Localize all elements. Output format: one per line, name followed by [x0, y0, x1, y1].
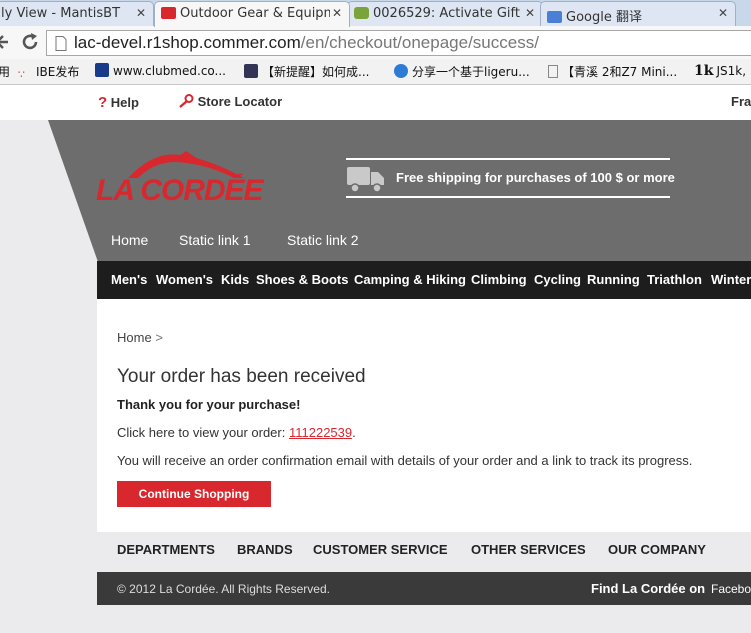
free-shipping-text: Free shipping for purchases of 100 $ or … [396, 170, 675, 185]
trident-icon [95, 63, 109, 77]
bookmark-js1k[interactable]: 1k JS1k, [694, 63, 746, 79]
nav-item-shoes-boots[interactable]: Shoes & Boots [256, 272, 348, 287]
bookmark-label: 分享一个基于ligeru... [412, 65, 530, 79]
bookmark-label: 【青溪 2和Z7 Mini... [562, 65, 678, 79]
browser-tab-mantis-issue[interactable]: 0026529: Activate Gift C ✕ [347, 1, 543, 26]
js1k-icon: 1k [694, 63, 714, 79]
footer-link-customer-service[interactable]: CUSTOMER SERVICE [313, 542, 448, 557]
free-shipping-banner: Free shipping for purchases of 100 $ or … [346, 158, 675, 198]
nav-item-mens[interactable]: Men's [111, 272, 147, 287]
page-title: Your order has been received [117, 366, 366, 387]
bookmark-label: IBE发布 [36, 65, 80, 79]
language-link[interactable]: Fra [731, 94, 751, 109]
bookmark-reminder[interactable]: 【新提醒】如何成... [244, 63, 369, 80]
main-navigation: Men's Women's Kids Shoes & Boots Camping… [97, 261, 751, 299]
bookmark-label: www.clubmed.co... [113, 64, 226, 78]
footer-link-other-services[interactable]: OTHER SERVICES [471, 542, 586, 557]
store-locator-link[interactable]: Store Locator [179, 94, 282, 109]
address-bar[interactable]: lac-devel.r1shop.commer.com/en/checkout/… [46, 30, 751, 56]
copyright-text: © 2012 La Cordée. All Rights Reserved. [117, 582, 330, 596]
browser-tab-outdoor-gear[interactable]: Outdoor Gear & Equipm ✕ [154, 1, 350, 27]
bookmark-label: 【新提醒】如何成... [262, 65, 370, 79]
help-label: Help [110, 95, 139, 110]
close-icon[interactable]: ✕ [718, 6, 728, 20]
header-link-static-2[interactable]: Static link 2 [287, 232, 359, 248]
facebook-link[interactable]: Facebo [711, 582, 751, 596]
header-link-static-1[interactable]: Static link 1 [179, 232, 251, 248]
order-success-content: Home > Your order has been received Than… [97, 299, 751, 532]
close-icon[interactable]: ✕ [136, 6, 146, 20]
bookmark-dots-icon: ∵ [18, 68, 25, 81]
la-cordee-logo[interactable]: LA CORDÉE [96, 150, 266, 210]
bookmark-apps[interactable]: 用 [0, 63, 10, 80]
question-mark-icon: ? [98, 94, 108, 111]
footer-link-brands[interactable]: BRANDS [237, 542, 293, 557]
back-arrow-icon[interactable] [0, 33, 10, 51]
browser-tab-google-translate[interactable]: Google 翻译 ✕ [540, 1, 736, 26]
nav-item-climbing[interactable]: Climbing [471, 272, 527, 287]
bookmark-clubmed[interactable]: www.clubmed.co... [95, 63, 226, 78]
thank-you-text: Thank you for your purchase! [117, 397, 301, 412]
page-icon [55, 36, 67, 51]
view-order-suffix: . [352, 425, 356, 440]
footer-link-our-company[interactable]: OUR COMPANY [608, 542, 706, 557]
browser-tab-mantis[interactable]: ly View - MantisBT ✕ [0, 1, 154, 26]
utility-bar: ? Help Store Locator Fra [0, 85, 751, 120]
bookmark-ligerui[interactable]: 分享一个基于ligeru... [394, 63, 530, 80]
footer-links: DEPARTMENTS BRANDS CUSTOMER SERVICE OTHE… [97, 532, 751, 572]
view-order-line: Click here to view your order: 111222539… [117, 425, 356, 440]
globe-icon [394, 64, 408, 78]
continue-shopping-button[interactable]: Continue Shopping [117, 481, 271, 507]
nav-item-running[interactable]: Running [587, 272, 640, 287]
mantis-favicon-icon [354, 7, 369, 19]
nav-item-womens[interactable]: Women's [156, 272, 213, 287]
truck-icon [347, 167, 384, 193]
find-us-label: Find La Cordée on [591, 581, 706, 596]
breadcrumb-home[interactable]: Home [117, 330, 152, 345]
help-link[interactable]: ? Help [98, 94, 139, 111]
order-number-link[interactable]: 111222539 [289, 425, 352, 440]
confirmation-text: You will receive an order confirmation e… [117, 453, 693, 468]
url-host: lac-devel.r1shop.commer.com [74, 33, 301, 52]
close-icon[interactable]: ✕ [522, 6, 535, 20]
url-path: /en/checkout/onepage/success/ [300, 33, 539, 52]
reload-icon[interactable] [20, 32, 40, 52]
close-icon[interactable]: ✕ [329, 6, 342, 20]
key-icon [179, 94, 194, 108]
bookmarks-bar: 用 ∵ IBE发布 www.clubmed.co... 【新提醒】如何成... 分… [0, 59, 751, 85]
bookmark-ibe[interactable]: ∵ IBE发布 [18, 63, 79, 82]
nav-item-winter[interactable]: Winter [711, 272, 751, 287]
footer-bottom-bar: © 2012 La Cordée. All Rights Reserved. F… [97, 572, 751, 605]
bookmark-qingxi[interactable]: 【青溪 2和Z7 Mini... [548, 63, 677, 80]
nav-item-cycling[interactable]: Cycling [534, 272, 581, 287]
store-locator-label: Store Locator [197, 94, 283, 109]
logo-wordmark: LA CORDÉE [96, 174, 264, 207]
footer-link-departments[interactable]: DEPARTMENTS [117, 542, 215, 557]
bookmark-label: JS1k, [716, 64, 747, 78]
tab-label: ly View - MantisBT [1, 6, 121, 21]
tab-label: Outdoor Gear & Equipm [180, 6, 337, 21]
forum-icon [244, 64, 258, 78]
page-icon [548, 65, 558, 78]
google-translate-favicon-icon [547, 11, 562, 23]
breadcrumb-separator: > [155, 330, 163, 345]
tab-label: 0026529: Activate Gift C [373, 6, 534, 21]
header-link-home[interactable]: Home [111, 232, 148, 248]
nav-item-triathlon[interactable]: Triathlon [647, 272, 702, 287]
nav-item-kids[interactable]: Kids [221, 272, 249, 287]
breadcrumb: Home > [117, 330, 163, 345]
view-order-prefix: Click here to view your order: [117, 425, 286, 440]
nav-item-camping-hiking[interactable]: Camping & Hiking [354, 272, 466, 287]
tab-label: Google 翻译 [566, 10, 642, 25]
la-cordee-favicon-icon [161, 7, 176, 19]
